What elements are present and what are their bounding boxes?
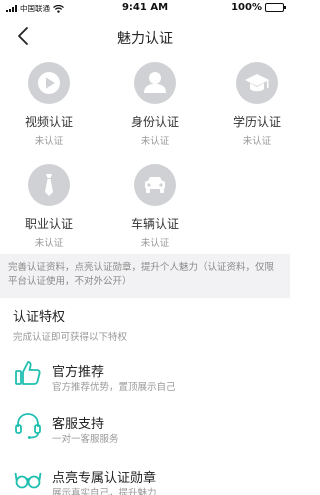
cert-status: 未认证	[140, 238, 170, 249]
cert-item-identity[interactable]: 身份认证 未认证	[115, 62, 195, 147]
privilege-title: 官方推荐	[52, 365, 105, 380]
privilege-desc: 一对一客服服务	[52, 434, 119, 445]
graduation-cap-icon	[245, 74, 269, 92]
cert-name: 学历认证	[232, 115, 281, 129]
cert-item-video[interactable]: 视频认证 未认证	[9, 62, 89, 147]
privilege-desc: 展示真实自己，提升魅力	[52, 488, 157, 495]
privilege-title: 点亮专属认证勋章	[52, 471, 157, 486]
cert-item-vehicle[interactable]: 车辆认证 未认证	[115, 164, 195, 249]
nav-bar: 魅力认证	[0, 20, 290, 52]
car-icon	[145, 177, 165, 193]
privilege-title: 客服支持	[52, 417, 105, 432]
cert-name: 身份认证	[130, 115, 179, 129]
page-title: 魅力认证	[117, 31, 173, 47]
cert-name: 车辆认证	[130, 217, 179, 231]
cert-status: 未认证	[34, 136, 64, 147]
cert-status: 未认证	[140, 136, 170, 147]
play-icon	[38, 72, 60, 94]
user-icon	[144, 72, 166, 93]
privileges-header: 认证特权 完成认证即可获得以下特权	[13, 306, 127, 343]
privilege-item: 客服支持 一对一客服服务	[14, 410, 284, 450]
cert-item-education[interactable]: 学历认证 未认证	[217, 62, 297, 147]
cert-status: 未认证	[34, 238, 64, 249]
privileges-title: 认证特权	[13, 310, 66, 325]
glasses-icon	[14, 472, 42, 489]
cert-name: 视频认证	[24, 115, 73, 129]
cert-status: 未认证	[242, 136, 272, 147]
battery-icon	[265, 3, 286, 12]
privilege-item: 官方推荐 官方推荐优势，置顶展示自己	[14, 358, 284, 398]
notice-text: 完善认证资料，点亮认证勋章，提升个人魅力（认证资料，仅限平台认证使用，不对外公开…	[0, 254, 290, 298]
privilege-item: 点亮专属认证勋章 展示真实自己，提升魅力	[14, 464, 284, 495]
cert-item-career[interactable]: 职业认证 未认证	[9, 164, 89, 249]
cert-name: 职业认证	[24, 217, 73, 231]
battery-percent: 100%	[231, 2, 262, 13]
status-bar: 中国联通 9:41 AM 100%	[0, 0, 290, 16]
tie-icon	[45, 174, 53, 196]
thumbs-up-icon	[15, 361, 41, 385]
headset-icon	[15, 413, 41, 439]
privileges-subtitle: 完成认证即可获得以下特权	[13, 332, 128, 343]
privilege-desc: 官方推荐优势，置顶展示自己	[52, 382, 176, 393]
